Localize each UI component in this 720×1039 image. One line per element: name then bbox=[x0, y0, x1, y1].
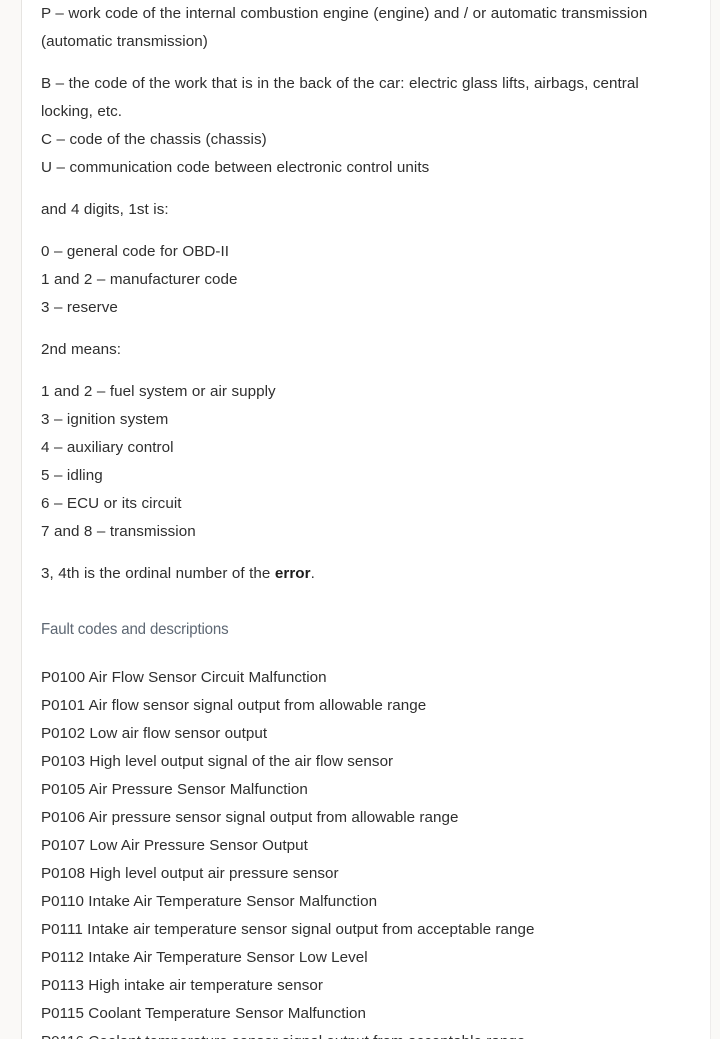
list-item: P0116 Coolant temperature sensor signal … bbox=[41, 1028, 694, 1039]
list-item: P0105 Air Pressure Sensor Malfunction bbox=[41, 781, 308, 798]
article-page: P – work code of the internal combustion… bbox=[0, 0, 720, 1039]
ordinal-note-prefix: 3, 4th is the ordinal number of the bbox=[41, 565, 275, 582]
list-item: P0102 Low air flow sensor output bbox=[41, 725, 268, 742]
paragraph-second-digit-intro: 2nd means: bbox=[41, 341, 122, 358]
paragraph-prefix-u: U – communication code between electroni… bbox=[41, 159, 430, 176]
first-digit-item-1: 1 and 2 – manufacturer code bbox=[41, 271, 238, 288]
ordinal-note-suffix: . bbox=[310, 565, 315, 582]
article-body: P – work code of the internal combustion… bbox=[22, 0, 710, 1039]
ordinal-note-bold-error: error bbox=[274, 565, 311, 582]
content-column: P – work code of the internal combustion… bbox=[22, 0, 710, 1039]
paragraph-prefix-p: P – work code of the internal combustion… bbox=[41, 5, 648, 50]
list-item: P0111 Intake air temperature sensor sign… bbox=[41, 921, 535, 938]
list-item: P0101 Air flow sensor signal output from… bbox=[41, 697, 427, 714]
fault-code-list: P0100 Air Flow Sensor Circuit Malfunctio… bbox=[41, 664, 694, 1039]
list-item: P0103 High level output signal of the ai… bbox=[41, 753, 394, 770]
first-digit-item-0: 0 – general code for OBD-II bbox=[41, 243, 230, 260]
second-digit-item-5: 7 and 8 – transmission bbox=[41, 523, 196, 540]
first-digit-item-2: 3 – reserve bbox=[41, 299, 118, 316]
list-item: P0107 Low Air Pressure Sensor Output bbox=[41, 837, 308, 854]
list-item: P0115 Coolant Temperature Sensor Malfunc… bbox=[41, 1005, 366, 1022]
second-digit-item-4: 6 – ECU or its circuit bbox=[41, 495, 182, 512]
second-digit-item-2: 4 – auxiliary control bbox=[41, 439, 174, 456]
second-digit-item-1: 3 – ignition system bbox=[41, 411, 169, 428]
list-item: P0110 Intake Air Temperature Sensor Malf… bbox=[41, 893, 378, 910]
page-title: Fault codes and descriptions bbox=[41, 621, 229, 638]
paragraph-prefix-b: B – the code of the work that is in the … bbox=[41, 75, 639, 120]
right-margin-rule bbox=[710, 0, 711, 1039]
paragraph-ordinal-note: 3, 4th is the ordinal number of the erro… bbox=[41, 560, 694, 588]
list-item: P0100 Air Flow Sensor Circuit Malfunctio… bbox=[41, 669, 327, 686]
list-item: P0106 Air pressure sensor signal output … bbox=[41, 809, 459, 826]
list-item: P0113 High intake air temperature sensor bbox=[41, 977, 323, 994]
second-digit-item-3: 5 – idling bbox=[41, 467, 103, 484]
list-item: P0112 Intake Air Temperature Sensor Low … bbox=[41, 949, 368, 966]
second-digit-item-0: 1 and 2 – fuel system or air supply bbox=[41, 383, 276, 400]
list-item: P0108 High level output air pressure sen… bbox=[41, 865, 339, 882]
paragraph-prefix-c: C – code of the chassis (chassis) bbox=[41, 131, 267, 148]
paragraph-first-digit-intro: and 4 digits, 1st is: bbox=[41, 201, 169, 218]
